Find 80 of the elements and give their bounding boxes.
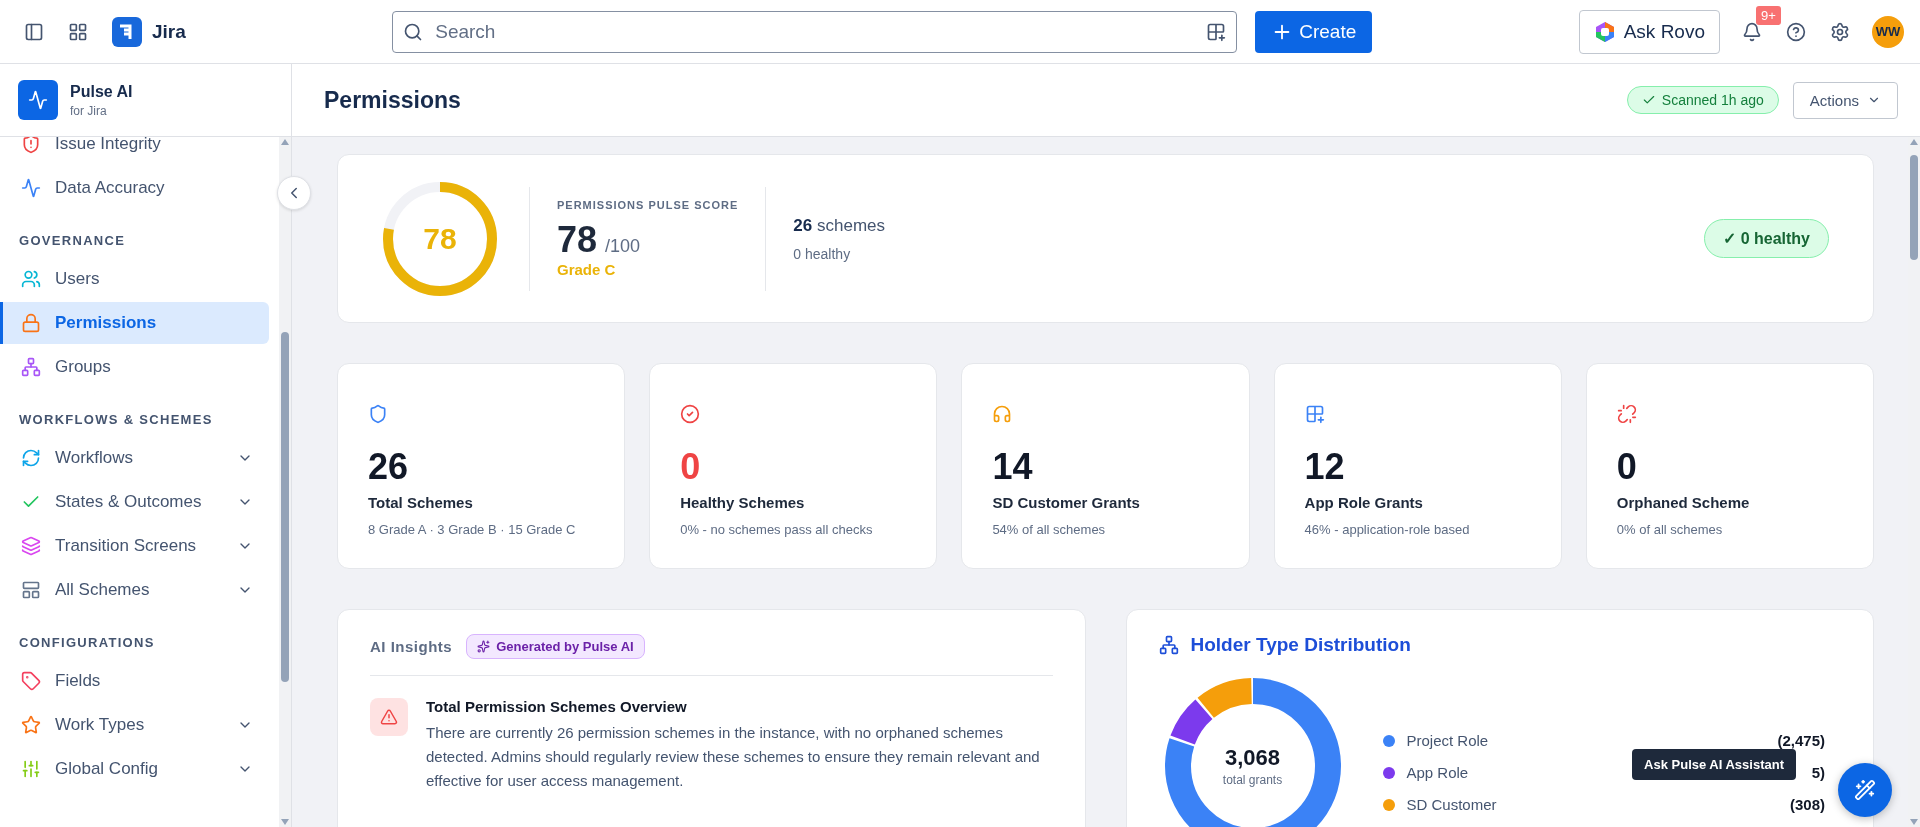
scan-status-badge: Scanned 1h ago <box>1626 86 1779 114</box>
nav-item[interactable]: Permissions <box>0 302 269 344</box>
ai-badge: Generated by Pulse AI <box>466 634 645 659</box>
stat-subtitle: 0% - no schemes pass all checks <box>680 522 873 537</box>
panel-icon <box>24 21 44 42</box>
pulse-logo-icon <box>18 80 58 120</box>
stat-subtitle: 46% - application-role based <box>1304 522 1470 537</box>
nav-item[interactable]: Fields <box>0 660 269 702</box>
warning-icon <box>370 698 408 736</box>
assistant-tooltip: Ask Pulse AI Assistant <box>1632 749 1796 780</box>
insight-text: There are currently 26 permission schemes in the instance, with no orphaned schemes detected. Admins should regularly review these schemes to ensure they remain relevant and effective for user access management. <box>426 723 1041 791</box>
grade-label: Grade C <box>557 261 617 278</box>
nav-item[interactable]: Users <box>0 258 269 300</box>
search-icon <box>403 21 424 42</box>
nav-item[interactable]: Transition Screens <box>0 525 269 567</box>
nav-item[interactable]: Work Types <box>0 704 269 746</box>
sparkle-icon <box>477 640 491 653</box>
legend-value: (308) <box>1789 796 1825 813</box>
create-button[interactable]: Create <box>1255 10 1373 53</box>
stat-value: 14 <box>992 446 1033 488</box>
bell-icon <box>1742 21 1762 42</box>
healthy-count: 0 healthy <box>793 245 852 262</box>
section-heading: GOVERNANCE <box>18 232 127 250</box>
total-grants-label: total grants <box>1222 773 1283 787</box>
stat-title: Orphaned Scheme <box>1616 494 1750 511</box>
nav-item[interactable]: Groups <box>0 346 269 388</box>
grid-icon <box>68 21 88 42</box>
page-title: Permissions <box>324 86 462 114</box>
check-icon <box>1641 93 1656 107</box>
insights-title: AI Insights <box>370 638 453 655</box>
nav-item[interactable]: Data Accuracy <box>0 167 269 209</box>
legend-label: SD Customer <box>1406 796 1497 813</box>
settings-icon <box>1830 21 1850 42</box>
legend-label: Project Role <box>1406 732 1489 749</box>
section-heading: CONFIGURATIONS <box>18 634 156 652</box>
scrollbar-thumb[interactable] <box>281 332 289 682</box>
nav-item[interactable]: Global Config <box>0 748 269 790</box>
stat-value: 0 <box>680 446 701 488</box>
schemes-count: 26 schemes <box>793 215 885 236</box>
gauge-value: 78 <box>423 221 457 256</box>
user-avatar[interactable]: WW <box>1872 15 1904 48</box>
stat-title: Healthy Schemes <box>680 494 805 511</box>
magic-wand-icon <box>1854 779 1876 801</box>
jira-logo <box>112 16 142 47</box>
app-subtitle: for Jira <box>70 103 108 118</box>
grid-plus-icon[interactable] <box>1206 21 1227 42</box>
legend-value: 5) <box>1811 764 1825 781</box>
stat-title: SD Customer Grants <box>992 494 1140 511</box>
nav-item[interactable]: Issue Integrity <box>0 137 269 165</box>
stat-subtitle: 54% of all schemes <box>992 522 1106 537</box>
rovo-logo <box>1593 20 1616 43</box>
holder-title: Holder Type Distribution <box>1190 634 1411 656</box>
score-value: 78 <box>557 219 598 260</box>
stat-value: 0 <box>1616 446 1637 488</box>
legend-value: (2,475) <box>1777 732 1825 749</box>
section-heading: WORKFLOWS & SCHEMES <box>18 411 214 429</box>
legend-label: App Role <box>1406 764 1469 781</box>
stat-title: Total Schemes <box>368 494 473 511</box>
hierarchy-icon <box>1158 635 1179 655</box>
healthy-badge: ✓ 0 healthy <box>1704 219 1829 258</box>
insight-title: Total Permission Schemes Overview <box>426 698 688 715</box>
app-title: Pulse AI <box>70 82 133 101</box>
stat-subtitle: 0% of all schemes <box>1616 522 1723 537</box>
score-max: /100 <box>605 236 641 256</box>
total-grants-value: 3,068 <box>1224 745 1281 771</box>
search-bar[interactable]: Search <box>392 10 1238 53</box>
stat-value: 12 <box>1304 446 1345 488</box>
notification-badge: 9+ <box>1756 5 1781 25</box>
scrollbar-thumb[interactable] <box>1910 155 1918 260</box>
help-icon <box>1786 21 1806 42</box>
nav-item[interactable]: States & Outcomes <box>0 481 269 523</box>
actions-button[interactable]: Actions <box>1792 81 1898 119</box>
app-name: Jira <box>152 20 186 43</box>
ask-rovo-button[interactable]: Ask Rovo <box>1578 9 1720 54</box>
stat-subtitle: 8 Grade A · 3 Grade B · 15 Grade C <box>368 522 576 537</box>
score-label: PERMISSIONS PULSE SCORE <box>557 199 739 211</box>
stat-value: 26 <box>368 446 409 488</box>
stat-title: App Role Grants <box>1304 494 1423 511</box>
nav-item[interactable]: Workflows <box>0 437 269 479</box>
nav-item[interactable]: All Schemes <box>0 569 269 611</box>
